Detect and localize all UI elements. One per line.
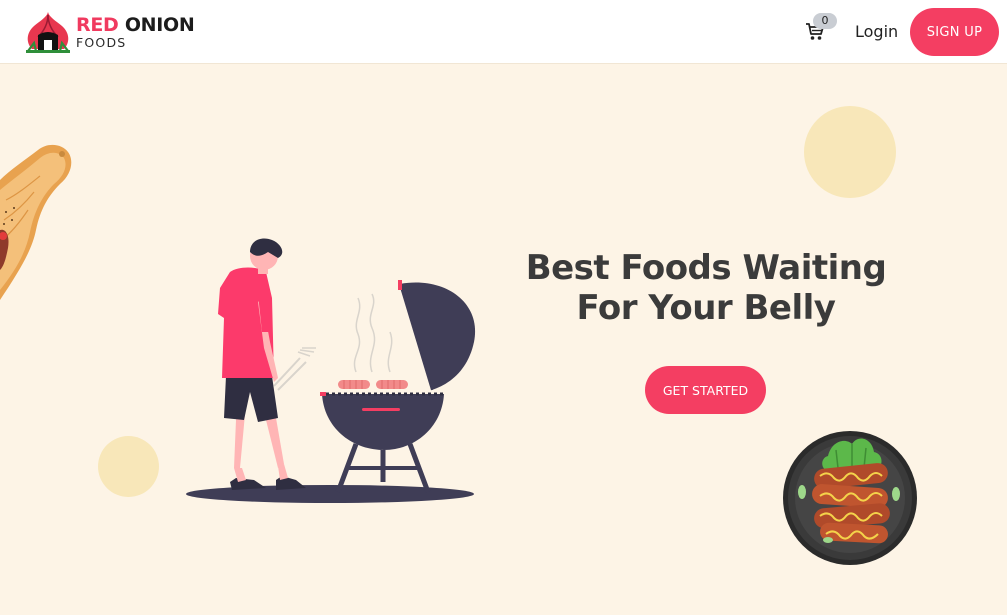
- bbq-griller-illustration: [186, 238, 476, 503]
- navbar: RED ONION FOODS 0 Login SIGN UP: [0, 0, 1007, 64]
- decorative-circle-top: [804, 106, 896, 198]
- brand-name-red: RED: [76, 14, 119, 36]
- brand-logo[interactable]: RED ONION FOODS: [26, 11, 196, 53]
- onion-logo-icon: [26, 12, 70, 53]
- cutting-board-illustration: [0, 144, 72, 300]
- hero-title-line2: For Your Belly: [576, 288, 836, 328]
- get-started-button[interactable]: GET STARTED: [645, 366, 766, 414]
- hero-title: Best Foods Waiting For Your Belly: [520, 248, 892, 328]
- sausage-plate-illustration: [783, 431, 917, 565]
- decorative-circle-left: [98, 436, 159, 497]
- login-link[interactable]: Login: [855, 22, 898, 41]
- hero-title-line1: Best Foods Waiting: [525, 248, 887, 288]
- brand-wordmark: RED ONION FOODS: [76, 14, 195, 50]
- cart-count-badge: 0: [813, 13, 837, 29]
- brand-tagline: FOODS: [76, 35, 127, 50]
- brand-name: RED ONION: [76, 14, 195, 36]
- brand-name-onion: ONION: [124, 14, 195, 36]
- signup-button[interactable]: SIGN UP: [910, 8, 999, 56]
